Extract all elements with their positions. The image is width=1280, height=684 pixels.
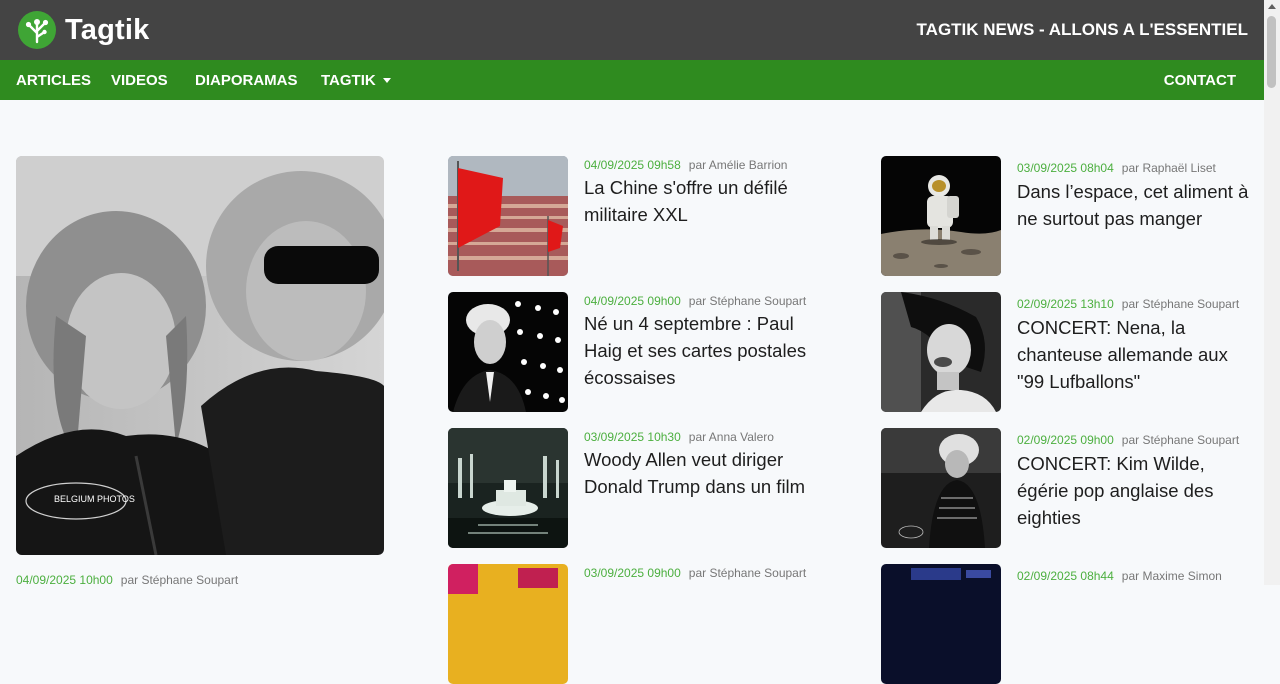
article-meta: 04/09/2025 09h00 par Stéphane Soupart xyxy=(584,294,806,308)
article-meta: 02/09/2025 13h10 par Stéphane Soupart xyxy=(1017,297,1239,311)
article-author[interactable]: par Stéphane Soupart xyxy=(689,294,806,308)
site-logo[interactable]: Tagtik xyxy=(16,9,149,51)
article-date: 03/09/2025 08h04 xyxy=(1017,161,1114,175)
watermark-text: BELGIUM PHOTOS xyxy=(54,494,135,504)
article-author[interactable]: par Raphaël Liset xyxy=(1122,161,1216,175)
article-thumbnail[interactable] xyxy=(881,156,1001,276)
featured-article-image[interactable]: BELGIUM PHOTOS xyxy=(16,156,384,555)
caret-down-icon xyxy=(382,77,391,83)
article-author[interactable]: par Maxime Simon xyxy=(1122,569,1222,583)
scroll-thumb[interactable] xyxy=(1267,16,1276,88)
article-card[interactable]: 03/09/2025 09h00 par Stéphane Soupart xyxy=(448,564,848,684)
article-meta: 02/09/2025 09h00 par Stéphane Soupart xyxy=(1017,433,1239,447)
page-scrollbar[interactable] xyxy=(1264,0,1280,585)
top-header: Tagtik TAGTIK NEWS - ALLONS A L'ESSENTIE… xyxy=(0,0,1264,60)
article-date: 03/09/2025 10h30 xyxy=(584,430,681,444)
article-card[interactable]: 02/09/2025 09h00 par Stéphane Soupart CON… xyxy=(881,428,1251,558)
nav-tagtik-dropdown[interactable]: TAGTIK xyxy=(321,72,391,89)
article-author[interactable]: par Anna Valero xyxy=(689,430,774,444)
tree-logo-icon xyxy=(16,9,58,51)
main-nav: ARTICLES VIDEOS DIAPORAMAS TAGTIK CONTAC… xyxy=(0,60,1264,100)
article-card[interactable]: 04/09/2025 09h00 par Stéphane Soupart Né … xyxy=(448,292,848,422)
scroll-up-arrow-icon[interactable] xyxy=(1268,4,1276,9)
nav-tagtik-label: TAGTIK xyxy=(321,72,376,89)
article-thumbnail[interactable] xyxy=(881,292,1001,412)
article-card[interactable]: 03/09/2025 08h04 par Raphaël Liset Dans l… xyxy=(881,156,1251,286)
article-title[interactable]: CONCERT: Nena, la chanteuse allemande au… xyxy=(1017,314,1257,395)
article-date: 02/09/2025 08h44 xyxy=(1017,569,1114,583)
article-thumbnail[interactable] xyxy=(448,156,568,276)
article-date: 03/09/2025 09h00 xyxy=(584,566,681,580)
article-meta: 03/09/2025 10h30 par Anna Valero xyxy=(584,430,774,444)
article-author[interactable]: par Stéphane Soupart xyxy=(1122,433,1239,447)
article-meta: 04/09/2025 09h58 par Amélie Barrion xyxy=(584,158,787,172)
article-author[interactable]: par Amélie Barrion xyxy=(689,158,788,172)
article-title[interactable]: Dans l’espace, cet aliment à ne surtout … xyxy=(1017,178,1252,232)
article-card[interactable]: 02/09/2025 13h10 par Stéphane Soupart CON… xyxy=(881,292,1251,422)
article-date: 04/09/2025 09h58 xyxy=(584,158,681,172)
article-title[interactable]: CONCERT: Kim Wilde, égérie pop anglaise … xyxy=(1017,450,1257,531)
nav-videos[interactable]: VIDEOS xyxy=(111,72,168,89)
article-title[interactable]: Né un 4 septembre : Paul Haig et ses car… xyxy=(584,310,834,391)
logo-text: Tagtik xyxy=(65,13,150,46)
article-date: 02/09/2025 13h10 xyxy=(1017,297,1114,311)
article-author[interactable]: par Stéphane Soupart xyxy=(689,566,806,580)
article-meta: 03/09/2025 08h04 par Raphaël Liset xyxy=(1017,161,1216,175)
article-thumbnail[interactable] xyxy=(881,564,1001,684)
nav-articles[interactable]: ARTICLES xyxy=(16,72,91,89)
article-date: 02/09/2025 09h00 xyxy=(1017,433,1114,447)
site-tagline: TAGTIK NEWS - ALLONS A L'ESSENTIEL xyxy=(916,20,1248,39)
nav-contact[interactable]: CONTACT xyxy=(1164,72,1236,89)
article-card[interactable]: 02/09/2025 08h44 par Maxime Simon xyxy=(881,564,1251,684)
article-title[interactable]: Woody Allen veut diriger Donald Trump da… xyxy=(584,446,834,500)
article-card[interactable]: 03/09/2025 10h30 par Anna Valero Woody Al… xyxy=(448,428,848,558)
nav-diaporamas[interactable]: DIAPORAMAS xyxy=(195,72,298,89)
article-thumbnail[interactable] xyxy=(448,428,568,548)
article-date: 04/09/2025 09h00 xyxy=(584,294,681,308)
article-meta: 02/09/2025 08h44 par Maxime Simon xyxy=(1017,569,1222,583)
article-card[interactable]: 04/09/2025 09h58 par Amélie Barrion La Ch… xyxy=(448,156,848,286)
article-meta: 03/09/2025 09h00 par Stéphane Soupart xyxy=(584,566,806,580)
article-thumbnail[interactable] xyxy=(881,428,1001,548)
article-author[interactable]: par Stéphane Soupart xyxy=(1122,297,1239,311)
article-thumbnail[interactable] xyxy=(448,292,568,412)
article-thumbnail[interactable] xyxy=(448,564,568,684)
article-title[interactable]: La Chine s'offre un défilé militaire XXL xyxy=(584,174,834,228)
